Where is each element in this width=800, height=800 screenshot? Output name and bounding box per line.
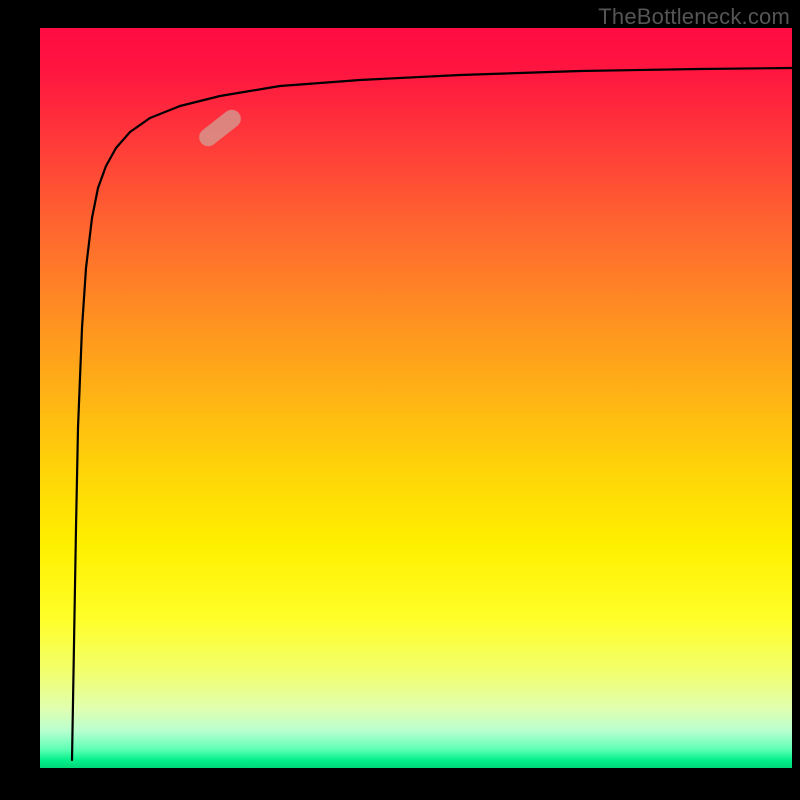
watermark-text: TheBottleneck.com (598, 4, 790, 30)
chart-plot-area (40, 28, 792, 768)
chart-marker (196, 106, 245, 150)
chart-curve-layer (40, 28, 792, 768)
chart-curve-path (72, 68, 792, 760)
